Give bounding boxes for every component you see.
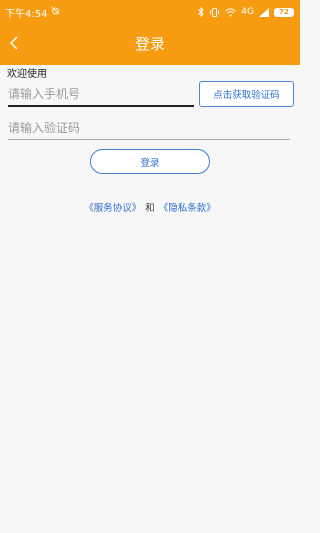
service-agreement-link[interactable]: 《服务协议》 (84, 203, 141, 214)
status-right: 4G 72 (198, 7, 294, 17)
login-button[interactable]: 登录 (90, 149, 210, 174)
page-title: 登录 (134, 35, 165, 53)
network-type: 4G (241, 7, 254, 17)
get-code-label: 点击获取验证码 (213, 90, 280, 101)
login-label: 登录 (140, 157, 160, 169)
status-left: 下午4:54 (5, 5, 60, 20)
signal-icon (259, 7, 269, 17)
wifi-icon (225, 8, 237, 17)
phone-input[interactable] (8, 83, 194, 107)
title-bar: 登录 (0, 24, 300, 65)
status-bar: 下午4:54 4G 72 (0, 0, 300, 24)
agreement-line: 《服务协议》和《隐私条款》 (0, 200, 300, 214)
welcome-text: 欢迎使用 (7, 69, 47, 80)
vibrate-icon (209, 7, 220, 17)
verification-code-input[interactable] (8, 117, 290, 140)
privacy-policy-link[interactable]: 《隐私条款》 (159, 203, 216, 214)
battery-icon: 72 (274, 7, 294, 17)
status-time: 下午4:54 (5, 8, 48, 20)
alarm-off-icon (51, 6, 60, 18)
bluetooth-icon (198, 7, 205, 17)
get-code-button[interactable]: 点击获取验证码 (199, 81, 294, 107)
battery-level: 72 (279, 7, 289, 16)
agreement-and: 和 (145, 203, 155, 214)
